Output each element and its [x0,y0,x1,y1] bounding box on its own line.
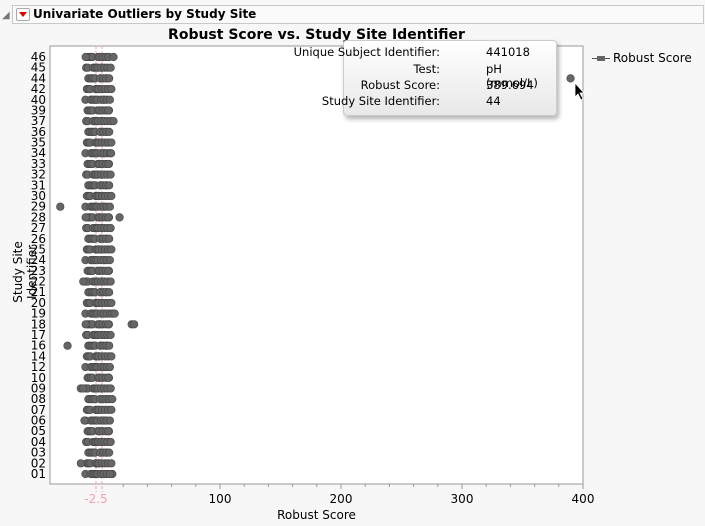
data-point [105,288,114,297]
data-point [104,373,113,382]
data-point [81,320,90,329]
data-point [106,170,115,179]
tooltip-key: Unique Subject Identifier: [293,45,440,59]
data-point [106,330,115,340]
data-point [107,405,116,414]
reference-label: -2.5 [84,492,107,506]
data-point [107,84,116,94]
data-point [81,52,90,62]
data-point [105,95,114,104]
y-axis-label: Study Site Identifier [11,241,39,303]
data-point [107,352,116,361]
tooltip-value: 441018 [486,45,530,59]
data-point [129,320,139,329]
data-point [104,266,113,275]
data-point [566,74,575,83]
data-point [104,427,113,436]
tooltip-value: 44 [486,94,501,108]
data-point [106,384,115,393]
data-point [104,213,113,222]
data-point [105,181,114,190]
data-point [105,341,114,350]
data-point [105,362,114,372]
x-axis-label: Robust Score [277,508,356,522]
tooltip-key: Robust Score: [360,78,440,92]
legend: Robust Score [592,51,692,65]
x-tick-label: 300 [451,492,474,506]
data-point [108,395,117,404]
data-point [106,277,115,286]
tooltip-key: Study Site Identifier: [321,94,440,108]
data-point [115,213,124,222]
y-tick-label: 46 [31,50,46,64]
legend-label: Robust Score [613,51,692,65]
data-point [107,138,116,147]
data-point [110,309,119,318]
tooltip-value: 389.694 [486,78,534,92]
data-point [105,202,114,211]
data-point [106,223,115,233]
x-tick-label: 400 [572,492,595,506]
data-point [109,117,118,126]
data-point [105,416,114,425]
x-tick-label: 100 [209,492,232,506]
data-point [79,277,88,286]
x-tick-label: 200 [330,492,353,506]
data-point [81,213,90,222]
data-point [104,320,113,329]
data-point [107,459,116,468]
data-point [106,437,115,447]
data-point [105,234,114,243]
data-point [63,341,72,350]
data-point [104,106,113,115]
data-point [79,384,88,393]
data-point [105,74,114,83]
data-point [80,416,89,425]
data-point [105,469,114,479]
data-point [105,448,114,457]
legend-marker-icon [592,56,610,61]
data-point [105,256,114,265]
data-point [107,191,116,201]
data-point [76,459,85,468]
data-point [107,245,116,254]
data-point [56,202,65,211]
data-point [109,52,118,62]
tooltip-key: Test: [413,62,440,76]
hover-tooltip: Unique Subject Identifier: 441018 Test: pH… [294,40,557,116]
data-point [107,298,116,308]
data-point [106,149,116,158]
data-point [104,159,113,169]
data-point [105,127,114,136]
data-point [106,63,115,72]
